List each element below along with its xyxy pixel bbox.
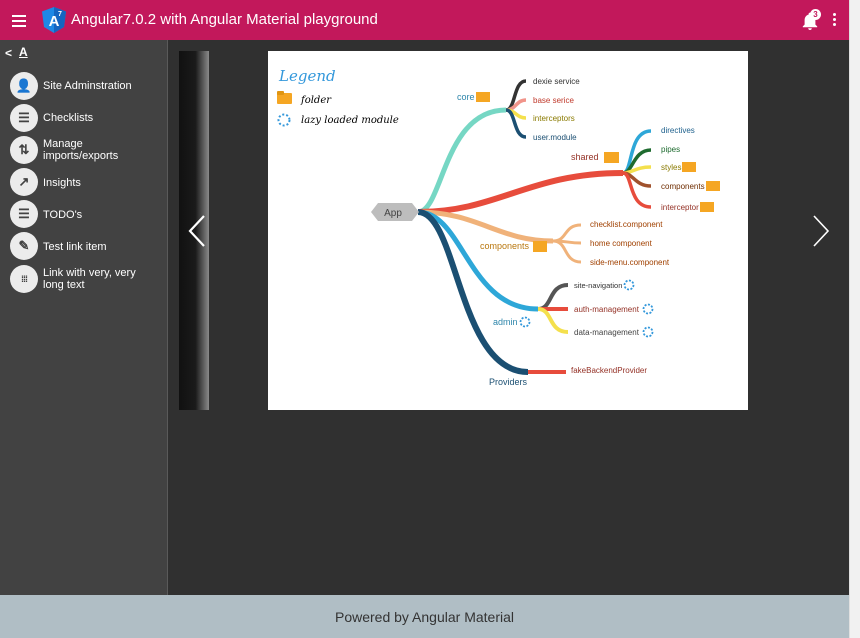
sidebar-item-label: Checklists	[43, 112, 94, 124]
node-styles: styles	[661, 163, 681, 172]
node-checklist-component: checklist.component	[590, 220, 663, 229]
node-directives: directives	[661, 126, 695, 135]
folder-icon	[682, 162, 696, 172]
node-site-navigation: site-navigation	[574, 281, 622, 290]
legend-lazy-label: lazy loaded module	[301, 115, 399, 126]
node-user-module: user.module	[533, 133, 577, 142]
sidebar-item-label: Site Adminstration	[43, 80, 132, 92]
footer-text: Powered by Angular Material	[335, 608, 514, 625]
branch-shared	[417, 170, 624, 215]
folder-icon	[700, 202, 714, 212]
folder-icon	[706, 181, 720, 191]
list-icon: ☰	[10, 104, 38, 132]
sidebar-item-label: TODO's	[43, 209, 83, 221]
node-interceptor: interceptor	[661, 203, 699, 212]
node-side-menu-component: side-menu.component	[590, 258, 670, 267]
admin-user-icon: 👤	[10, 72, 38, 100]
sidebar-item-manage-imports-exports[interactable]: ⇅ Manage imports/exports	[10, 136, 165, 164]
menu-icon[interactable]	[10, 12, 28, 28]
sidebar-item-site-administration[interactable]: 👤 Site Adminstration	[10, 72, 165, 100]
node-pipes: pipes	[661, 145, 680, 154]
more-vert-icon[interactable]	[831, 13, 839, 29]
folder-icon	[604, 152, 619, 163]
sidebar-item-label: Manage imports/exports	[43, 138, 119, 162]
app-title: Angular7.0.2 with Angular Material playg…	[71, 11, 378, 28]
architecture-diagram: Legend folder lazy loaded module App cor…	[277, 67, 720, 387]
legend-lazy-icon	[277, 113, 291, 127]
carousel-slide-diagram: Legend folder lazy loaded module App cor…	[268, 51, 748, 410]
collapse-sidebar-icon[interactable]: <	[5, 46, 12, 60]
page-scrollbar[interactable]	[849, 0, 860, 638]
app-root: A 7 Angular7.0.2 with Angular Material p…	[0, 0, 849, 638]
legend-folder-tab	[277, 91, 284, 95]
sidebar-item-label: Test link item	[43, 241, 107, 253]
apps-grid-icon: ⁞⁞⁞	[10, 265, 38, 293]
top-toolbar: A 7 Angular7.0.2 with Angular Material p…	[0, 0, 849, 40]
lazy-icon	[642, 303, 654, 315]
lazy-icon	[642, 326, 654, 338]
node-data-management: data-management	[574, 328, 640, 337]
node-app: App	[384, 208, 402, 219]
trending-icon: ↗	[10, 168, 38, 196]
list-icon: ☰	[10, 200, 38, 228]
node-auth-management: auth-management	[574, 305, 640, 314]
sidebar-item-checklists[interactable]: ☰ Checklists	[10, 104, 165, 132]
sidebar-item-label: Insights	[43, 177, 81, 189]
side-nav: < A 👤 Site Adminstration ☰ Checklists ⇅ …	[0, 40, 168, 595]
node-components-shared: components	[661, 182, 705, 191]
legend-title: Legend	[278, 67, 336, 85]
node-interceptors: interceptors	[533, 114, 575, 123]
sidebar-item-label: Link with very, very long text	[43, 267, 136, 291]
node-core: core	[457, 92, 475, 102]
folder-icon	[476, 92, 490, 102]
sidebar-item-long-text-link[interactable]: ⁞⁞⁞ Link with very, very long text	[10, 265, 165, 293]
node-fake-backend-provider: fakeBackendProvider	[571, 366, 647, 375]
node-shared: shared	[571, 152, 599, 162]
pencil-icon: ✎	[10, 232, 38, 260]
legend-folder-label: folder	[300, 95, 332, 106]
import-export-icon: ⇅	[10, 136, 38, 164]
node-base-service: base serice	[533, 96, 574, 105]
sidebar-item-insights[interactable]: ↗ Insights	[10, 168, 165, 196]
font-size-icon[interactable]: A	[19, 45, 28, 59]
node-home-component: home component	[590, 239, 653, 248]
sidebar-item-test-link[interactable]: ✎ Test link item	[10, 232, 165, 260]
lazy-icon	[519, 316, 531, 328]
carousel-prev-icon[interactable]	[187, 214, 207, 248]
carousel-next-icon[interactable]	[811, 214, 831, 248]
sidebar-item-todos[interactable]: ☰ TODO's	[10, 200, 165, 228]
logo-version: 7	[58, 11, 62, 18]
folder-icon	[533, 241, 547, 252]
node-components: components	[480, 241, 530, 251]
node-admin: admin	[493, 317, 518, 327]
node-dexie-service: dexie service	[533, 77, 580, 86]
footer: Powered by Angular Material	[0, 595, 849, 638]
notification-count-badge: 3	[810, 9, 821, 20]
angular-logo-icon: A 7	[42, 7, 66, 33]
lazy-icon	[623, 279, 635, 291]
node-providers: Providers	[489, 377, 528, 387]
